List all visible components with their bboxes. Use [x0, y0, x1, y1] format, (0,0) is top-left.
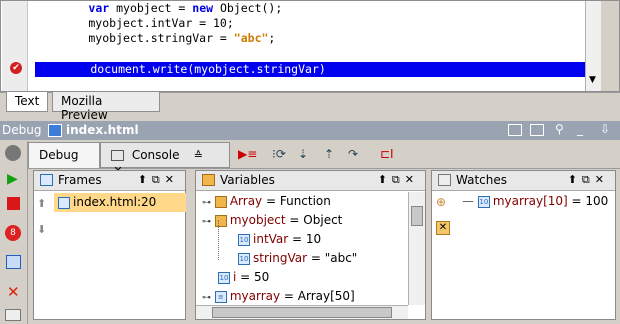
frames-header: Frames ⬆⧉✕ — [34, 171, 185, 191]
delete-watch-icon[interactable]: ✕ — [436, 221, 450, 235]
debug-action-strip: ▶ 8 ✕ — [0, 141, 28, 324]
debug-title-bar: Debug index.html ⚲ _ ⇩ — [0, 121, 620, 140]
variable-row[interactable]: ⊶ myobject = Object — [202, 211, 342, 230]
editor-right-margin — [601, 1, 619, 91]
object-icon — [214, 195, 227, 208]
watches-icon — [438, 174, 451, 186]
resume-icon[interactable]: ▶ — [7, 171, 18, 187]
variables-scrollbar[interactable] — [408, 192, 425, 305]
breakpoint-icon[interactable]: ✔ — [10, 62, 22, 74]
variables-controls[interactable]: ⬆⧉✕ — [378, 173, 419, 187]
editor-view-tabs: Text Mozilla Preview — [0, 92, 620, 122]
step-icon[interactable]: ↷ — [348, 147, 358, 161]
debug-title: Debug — [2, 123, 42, 137]
array-icon: ≡ — [214, 290, 227, 303]
scroll-down-icon[interactable]: ▼ — [589, 75, 596, 85]
variable-row[interactable]: 10 intVar = 10 — [238, 230, 321, 249]
step-out-icon[interactable]: ⇡ — [324, 147, 334, 161]
editor-gutter[interactable] — [2, 1, 28, 91]
watches-header: Watches ⬆⧉✕ — [432, 171, 615, 191]
frames-title: Frames — [58, 173, 102, 187]
html-frame-icon — [58, 196, 70, 209]
clear-console-icon[interactable]: ≙ — [191, 149, 205, 163]
code-line-1: var myobject = new Object(); — [88, 1, 283, 15]
variables-header: Variables ⬆⧉✕ — [196, 171, 425, 191]
tab-console[interactable]: Console ≙ ✕ — [100, 142, 230, 177]
code-editor[interactable]: var myobject = new Object(); myobject.in… — [0, 0, 620, 92]
debug-info-icon[interactable]: ⊏I — [380, 147, 394, 161]
variable-row[interactable]: ⊶ ≡ myarray = Array[50] — [202, 287, 355, 306]
editor-scrollbar[interactable]: ▼ — [585, 1, 601, 91]
variables-icon — [202, 174, 215, 186]
breakpoints-icon[interactable]: 8 — [5, 225, 21, 241]
frames-panel: Frames ⬆⧉✕ index.html:20 ⬆ ⬇ — [33, 170, 186, 320]
layout-icon[interactable] — [6, 255, 21, 269]
watches-controls[interactable]: ⬆⧉✕ — [568, 173, 609, 187]
tab-mozilla-preview[interactable]: Mozilla Preview — [52, 92, 160, 122]
pin-icon[interactable]: ⚲ — [555, 122, 564, 136]
debug-gear-icon[interactable] — [5, 145, 21, 161]
tab-text[interactable]: Text — [6, 92, 48, 112]
variable-row[interactable]: 10 stringVar = "abc" — [238, 249, 357, 268]
watches-panel: Watches ⬆⧉✕ ⊕ ✕ — 10 myarray[10] = 100 — [431, 170, 616, 320]
scroll-thumb[interactable] — [411, 206, 423, 226]
console-icon — [111, 150, 124, 161]
debug-file-name: index.html — [66, 123, 139, 137]
field-icon: 10 — [477, 195, 490, 208]
stop-icon[interactable] — [7, 197, 20, 210]
tree-line — [218, 220, 219, 260]
variable-row[interactable]: 10 i = 50 — [218, 268, 269, 287]
object-icon — [214, 214, 227, 227]
field-icon: 10 — [238, 252, 250, 265]
settings-icon[interactable] — [5, 309, 21, 321]
remove-all-icon[interactable]: ✕ — [7, 283, 20, 301]
current-line: document.write(myobject.stringVar) — [35, 62, 585, 77]
debug-toolbar: Debug Console ≙ ✕ ▶≡ ⁝⟳ ⇣ ⇡ ↷ ⊏I — [28, 141, 620, 177]
tab-debug[interactable]: Debug — [28, 142, 100, 168]
maximize-icon[interactable]: ⇩ — [600, 122, 610, 136]
watches-title: Watches — [456, 173, 507, 187]
watch-row[interactable]: — 10 myarray[10] = 100 — [462, 192, 608, 211]
step-into-icon[interactable]: ⇣ — [298, 147, 308, 161]
variable-row[interactable]: ⊶ Array = Function — [202, 192, 331, 211]
frames-controls[interactable]: ⬆⧉✕ — [138, 173, 179, 187]
frame-down-icon[interactable]: ⬇ — [37, 223, 46, 236]
restore-icon[interactable] — [508, 124, 522, 136]
frame-up-icon[interactable]: ⬆ — [37, 197, 46, 210]
variables-panel: Variables ⬆⧉✕ ⊶ Array = Function ⊶ myobj… — [195, 170, 426, 320]
run-to-cursor-icon[interactable]: ▶≡ — [238, 147, 257, 161]
minimize-icon[interactable]: _ — [577, 122, 583, 136]
step-over-icon[interactable]: ⁝⟳ — [272, 147, 286, 161]
html-file-icon — [48, 124, 62, 137]
frame-item[interactable]: index.html:20 — [54, 193, 186, 212]
frames-icon — [40, 174, 53, 186]
field-icon: 10 — [238, 233, 250, 246]
code-line-2: myobject.intVar = 10; — [33, 16, 234, 30]
add-watch-icon[interactable]: ⊕ — [436, 195, 452, 211]
hscroll-thumb[interactable] — [212, 307, 392, 318]
variables-title: Variables — [220, 173, 275, 187]
tile-icon[interactable] — [530, 124, 544, 136]
variables-hscrollbar[interactable] — [196, 305, 408, 319]
field-icon: 10 — [218, 271, 230, 284]
code-line-3: myobject.stringVar = "abc"; — [33, 31, 276, 45]
